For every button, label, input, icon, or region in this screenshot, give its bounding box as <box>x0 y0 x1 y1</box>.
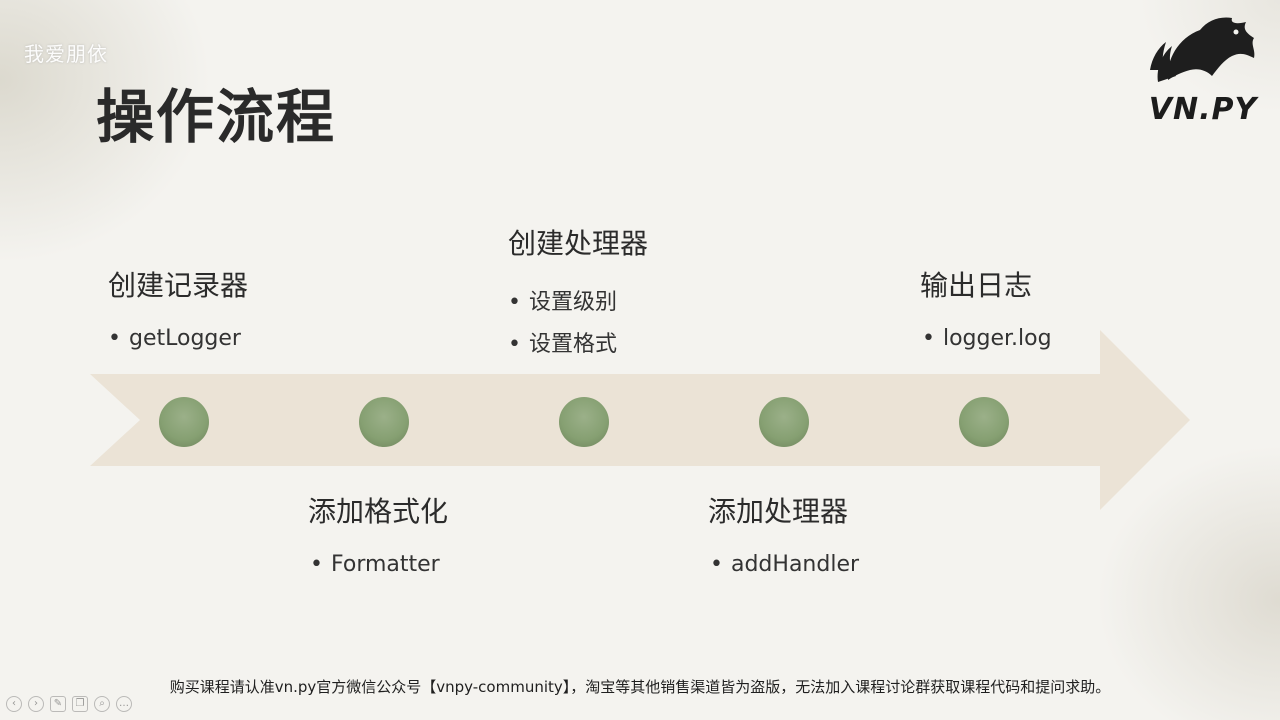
step-title-create-handler: 创建处理器 <box>508 227 649 260</box>
timeline-node <box>159 397 209 447</box>
prev-icon[interactable]: ‹ <box>6 696 22 712</box>
search-icon[interactable]: ⌕ <box>94 696 110 712</box>
step-bullet-addhandler: addHandler <box>710 552 859 577</box>
timeline-arrow <box>90 330 1190 510</box>
copy-icon[interactable]: ❐ <box>72 696 88 712</box>
step-title-output-log: 输出日志 <box>920 269 1033 302</box>
step-bullet-logger-log: logger.log <box>922 326 1052 351</box>
timeline-node <box>359 397 409 447</box>
timeline-node <box>759 397 809 447</box>
slide-toolbar: ‹ › ✎ ❐ ⌕ … <box>6 696 132 712</box>
timeline-node <box>559 397 609 447</box>
next-icon[interactable]: › <box>28 696 44 712</box>
pen-icon[interactable]: ✎ <box>50 696 66 712</box>
step-bullet-getlogger: getLogger <box>108 326 241 351</box>
step-bullet-set-level: 设置级别 <box>508 284 617 316</box>
timeline-node <box>959 397 1009 447</box>
step-title-add-handler: 添加处理器 <box>708 495 849 528</box>
step-title-create-logger: 创建记录器 <box>108 269 249 302</box>
step-bullet-formatter: Formatter <box>310 552 440 577</box>
step-title-add-formatter: 添加格式化 <box>308 495 449 528</box>
more-icon[interactable]: … <box>116 696 132 712</box>
step-bullet-set-format: 设置格式 <box>508 326 617 358</box>
arrow-band <box>90 330 1190 510</box>
footer-notice: 购买课程请认准vn.py官方微信公众号【vnpy-community】，淘宝等其… <box>169 678 1111 696</box>
